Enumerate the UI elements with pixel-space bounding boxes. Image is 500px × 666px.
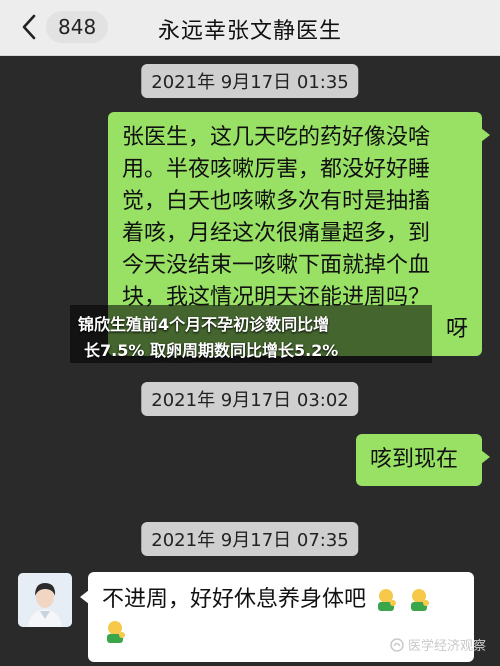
chat-title: 永远幸张文静医生 bbox=[157, 19, 342, 44]
sohu-logo-icon bbox=[390, 637, 404, 652]
outgoing-message[interactable]: 咳到现在 bbox=[356, 434, 490, 486]
watermark-text: 医学经济观察 bbox=[407, 639, 486, 654]
thumbs-up-person-emoji bbox=[378, 589, 397, 611]
caption-line-1: 锦欣生殖前4个月不孕初诊数同比增 bbox=[78, 315, 330, 334]
timestamp: 2021年 9月17日 01:35 bbox=[141, 64, 359, 98]
message-line: 觉，白天也咳嗽多次有时是抽搐 bbox=[122, 189, 431, 214]
message-line: 张医生，这几天吃的药好像没啥 bbox=[122, 125, 431, 150]
message-line: 着咳，月经这次很痛量超多，到 bbox=[122, 221, 431, 246]
message-line: 用。半夜咳嗽厉害，都没好好睡 bbox=[122, 157, 431, 182]
message-text: 咳到现在 bbox=[370, 447, 459, 472]
timestamp: 2021年 9月17日 03:02 bbox=[141, 382, 359, 416]
caption-line-2: 长7.5% 取卵周期数同比增长5.2% bbox=[84, 341, 339, 360]
thumbs-up-person-emoji bbox=[107, 621, 125, 643]
news-caption-overlay: 锦欣生殖前4个月不孕初诊数同比增 长7.5% 取卵周期数同比增长5.2% bbox=[70, 305, 432, 363]
thumbs-up-person-emoji bbox=[411, 589, 430, 611]
doctor-portrait-image bbox=[18, 573, 72, 627]
message-line: 今天没结束一咳嗽下面就掉个血 bbox=[122, 253, 431, 278]
message-text: 不进周，好好休息养身体吧 bbox=[102, 587, 367, 612]
timestamp: 2021年 9月17日 07:35 bbox=[141, 522, 359, 556]
chat-header: 848 永远幸张文静医生 bbox=[0, 0, 500, 56]
watermark: 医学经济观察 bbox=[390, 635, 486, 654]
doctor-avatar[interactable] bbox=[18, 573, 72, 627]
